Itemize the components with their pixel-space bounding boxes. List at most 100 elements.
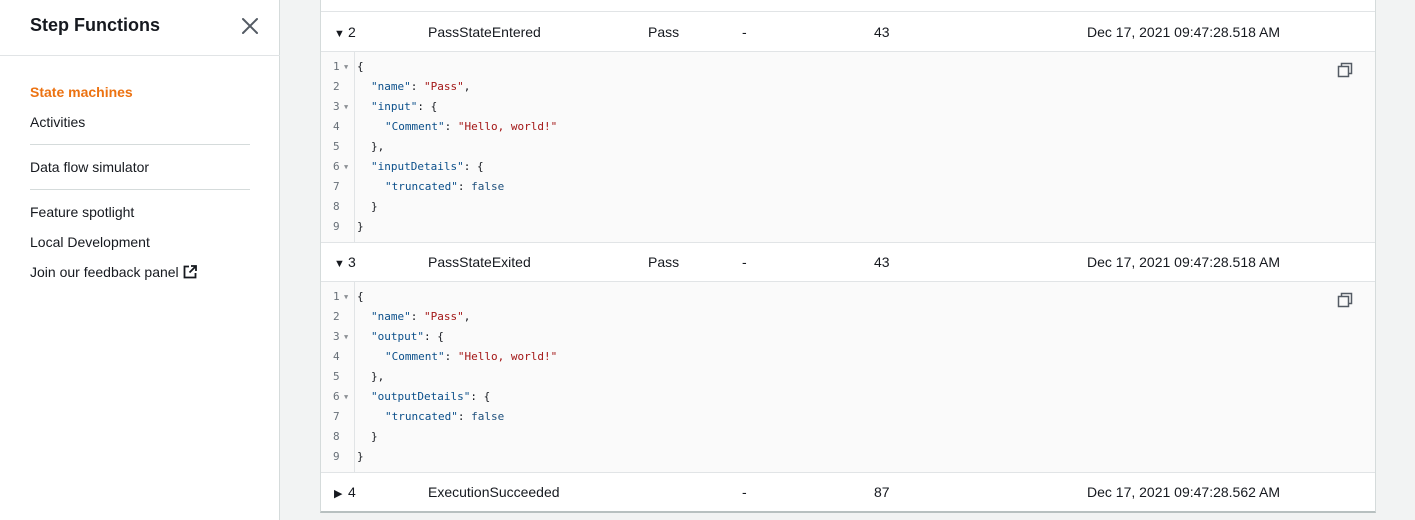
code-line: "truncated": false: [385, 410, 505, 423]
json-key: "output": [371, 330, 424, 343]
json-key: "Comment": [385, 120, 445, 133]
line-number: 1: [333, 60, 340, 73]
event-type: PassStateEntered: [428, 24, 541, 40]
json-key: "name": [371, 310, 411, 323]
event-timestamp: Dec 17, 2021 09:47:28.562 AM: [1087, 484, 1281, 500]
sidebar-header: Step Functions: [0, 0, 280, 56]
nav-state-machines[interactable]: State machines: [30, 84, 133, 100]
caret-down-icon: ▼: [334, 258, 345, 270]
event-type: ExecutionSucceeded: [428, 484, 560, 500]
external-link-icon: [183, 265, 197, 279]
fold-icon[interactable]: ▼: [344, 97, 348, 117]
event-id: 3: [348, 254, 356, 270]
close-icon[interactable]: [240, 16, 260, 36]
code-line: },: [371, 370, 385, 383]
json-string: "Pass": [424, 80, 464, 93]
line-number: 6: [333, 390, 340, 403]
nav-feature-spotlight[interactable]: Feature spotlight: [30, 204, 134, 220]
line-number: 4: [333, 350, 340, 363]
nav-activities[interactable]: Activities: [30, 114, 85, 130]
line-number: 9: [333, 450, 340, 463]
event-elapsed-ms: 87: [874, 484, 890, 500]
nav-feedback-panel[interactable]: Join our feedback panel: [30, 264, 197, 280]
json-boolean: false: [471, 410, 505, 423]
json-string: "Hello, world!": [457, 350, 558, 363]
code-line: "Comment": "Hello, world!": [385, 120, 558, 133]
expand-toggle[interactable]: ▼ 2: [334, 24, 356, 40]
event-resource-detail: -: [742, 24, 747, 40]
code-line: "outputDetails": {: [371, 390, 491, 403]
code-line: {: [357, 60, 364, 73]
json-key: "truncated": [385, 180, 458, 193]
json-key: "name": [371, 80, 411, 93]
execution-event-history: ▼ 2 PassStateEntered Pass - 43 Dec 17, 20…: [320, 0, 1376, 513]
fold-icon[interactable]: ▼: [344, 57, 348, 77]
event-timestamp: Dec 17, 2021 09:47:28.518 AM: [1087, 24, 1281, 40]
side-navigation: Step Functions State machines Activities…: [0, 0, 280, 520]
json-string: "Pass": [424, 310, 464, 323]
copy-icon[interactable]: [1337, 292, 1353, 308]
json-key: "inputDetails": [371, 160, 464, 173]
line-number: 7: [333, 180, 340, 193]
event-timestamp: Dec 17, 2021 09:47:28.518 AM: [1087, 254, 1281, 270]
code-line: }: [357, 450, 364, 463]
code-line: "output": {: [371, 330, 444, 343]
line-number: 3: [333, 330, 340, 343]
fold-icon[interactable]: ▼: [344, 387, 348, 407]
fold-icon[interactable]: ▼: [344, 327, 348, 347]
fold-icon[interactable]: ▼: [344, 157, 348, 177]
event-elapsed-ms: 43: [874, 24, 890, 40]
sidebar-title: Step Functions: [30, 15, 160, 35]
code-line: }: [357, 220, 364, 233]
nav-divider: [30, 189, 250, 190]
code-line: "name": "Pass",: [371, 310, 471, 323]
json-key: "Comment": [385, 350, 445, 363]
expand-toggle[interactable]: ▼ 3: [334, 254, 356, 270]
table-row: ▼ 3 PassStateExited Pass - 43 Dec 17, 202…: [321, 242, 1375, 282]
code-line: "Comment": "Hello, world!": [385, 350, 558, 363]
caret-right-icon: ▶: [334, 488, 343, 500]
event-detail-code: 1 2 3 4 5 6 7 8 9 ▼ ▼ ▼ { "name": "Pass"…: [321, 52, 1375, 242]
event-resource-detail: -: [742, 484, 747, 500]
json-key: "truncated": [385, 410, 458, 423]
json-key: "outputDetails": [371, 390, 471, 403]
nav-local-development[interactable]: Local Development: [30, 234, 150, 250]
nav-data-flow-simulator[interactable]: Data flow simulator: [30, 159, 149, 175]
event-resource-detail: -: [742, 254, 747, 270]
line-number: 8: [333, 200, 340, 213]
json-string: "Hello, world!": [457, 120, 558, 133]
code-line: "truncated": false: [385, 180, 505, 193]
event-type: PassStateExited: [428, 254, 531, 270]
line-number: 6: [333, 160, 340, 173]
event-resource: Pass: [648, 24, 680, 40]
caret-down-icon: ▼: [334, 28, 345, 40]
json-key: "input": [371, 100, 418, 113]
event-id: 4: [348, 484, 356, 500]
table-row: ▼ 2 PassStateEntered Pass - 43 Dec 17, 20…: [321, 12, 1375, 52]
code-line: "name": "Pass",: [371, 80, 471, 93]
code-line: }: [371, 200, 378, 213]
line-number: 9: [333, 220, 340, 233]
line-number: 3: [333, 100, 340, 113]
code-line: {: [357, 290, 364, 303]
line-number: 1: [333, 290, 340, 303]
event-id: 2: [348, 24, 356, 40]
code-line: }: [371, 430, 378, 443]
event-resource: Pass: [648, 254, 680, 270]
copy-icon[interactable]: [1337, 62, 1353, 78]
event-detail-code: 1 2 3 4 5 6 7 8 9 ▼ ▼ ▼ { "name": "Pass"…: [321, 282, 1375, 472]
fold-icon[interactable]: ▼: [344, 287, 348, 307]
event-elapsed-ms: 43: [874, 254, 890, 270]
line-number: 8: [333, 430, 340, 443]
json-boolean: false: [471, 180, 505, 193]
line-number: 5: [333, 370, 340, 383]
code-line: },: [371, 140, 385, 153]
code-line: "inputDetails": {: [371, 160, 484, 173]
table-row: ▶ 4 ExecutionSucceeded - 87 Dec 17, 2021 …: [321, 472, 1375, 512]
line-number: 2: [333, 310, 340, 323]
nav-divider: [30, 144, 250, 145]
code-line: "input": {: [371, 100, 438, 113]
expand-toggle[interactable]: ▶ 4: [334, 484, 356, 500]
line-number: 7: [333, 410, 340, 423]
line-number: 4: [333, 120, 340, 133]
